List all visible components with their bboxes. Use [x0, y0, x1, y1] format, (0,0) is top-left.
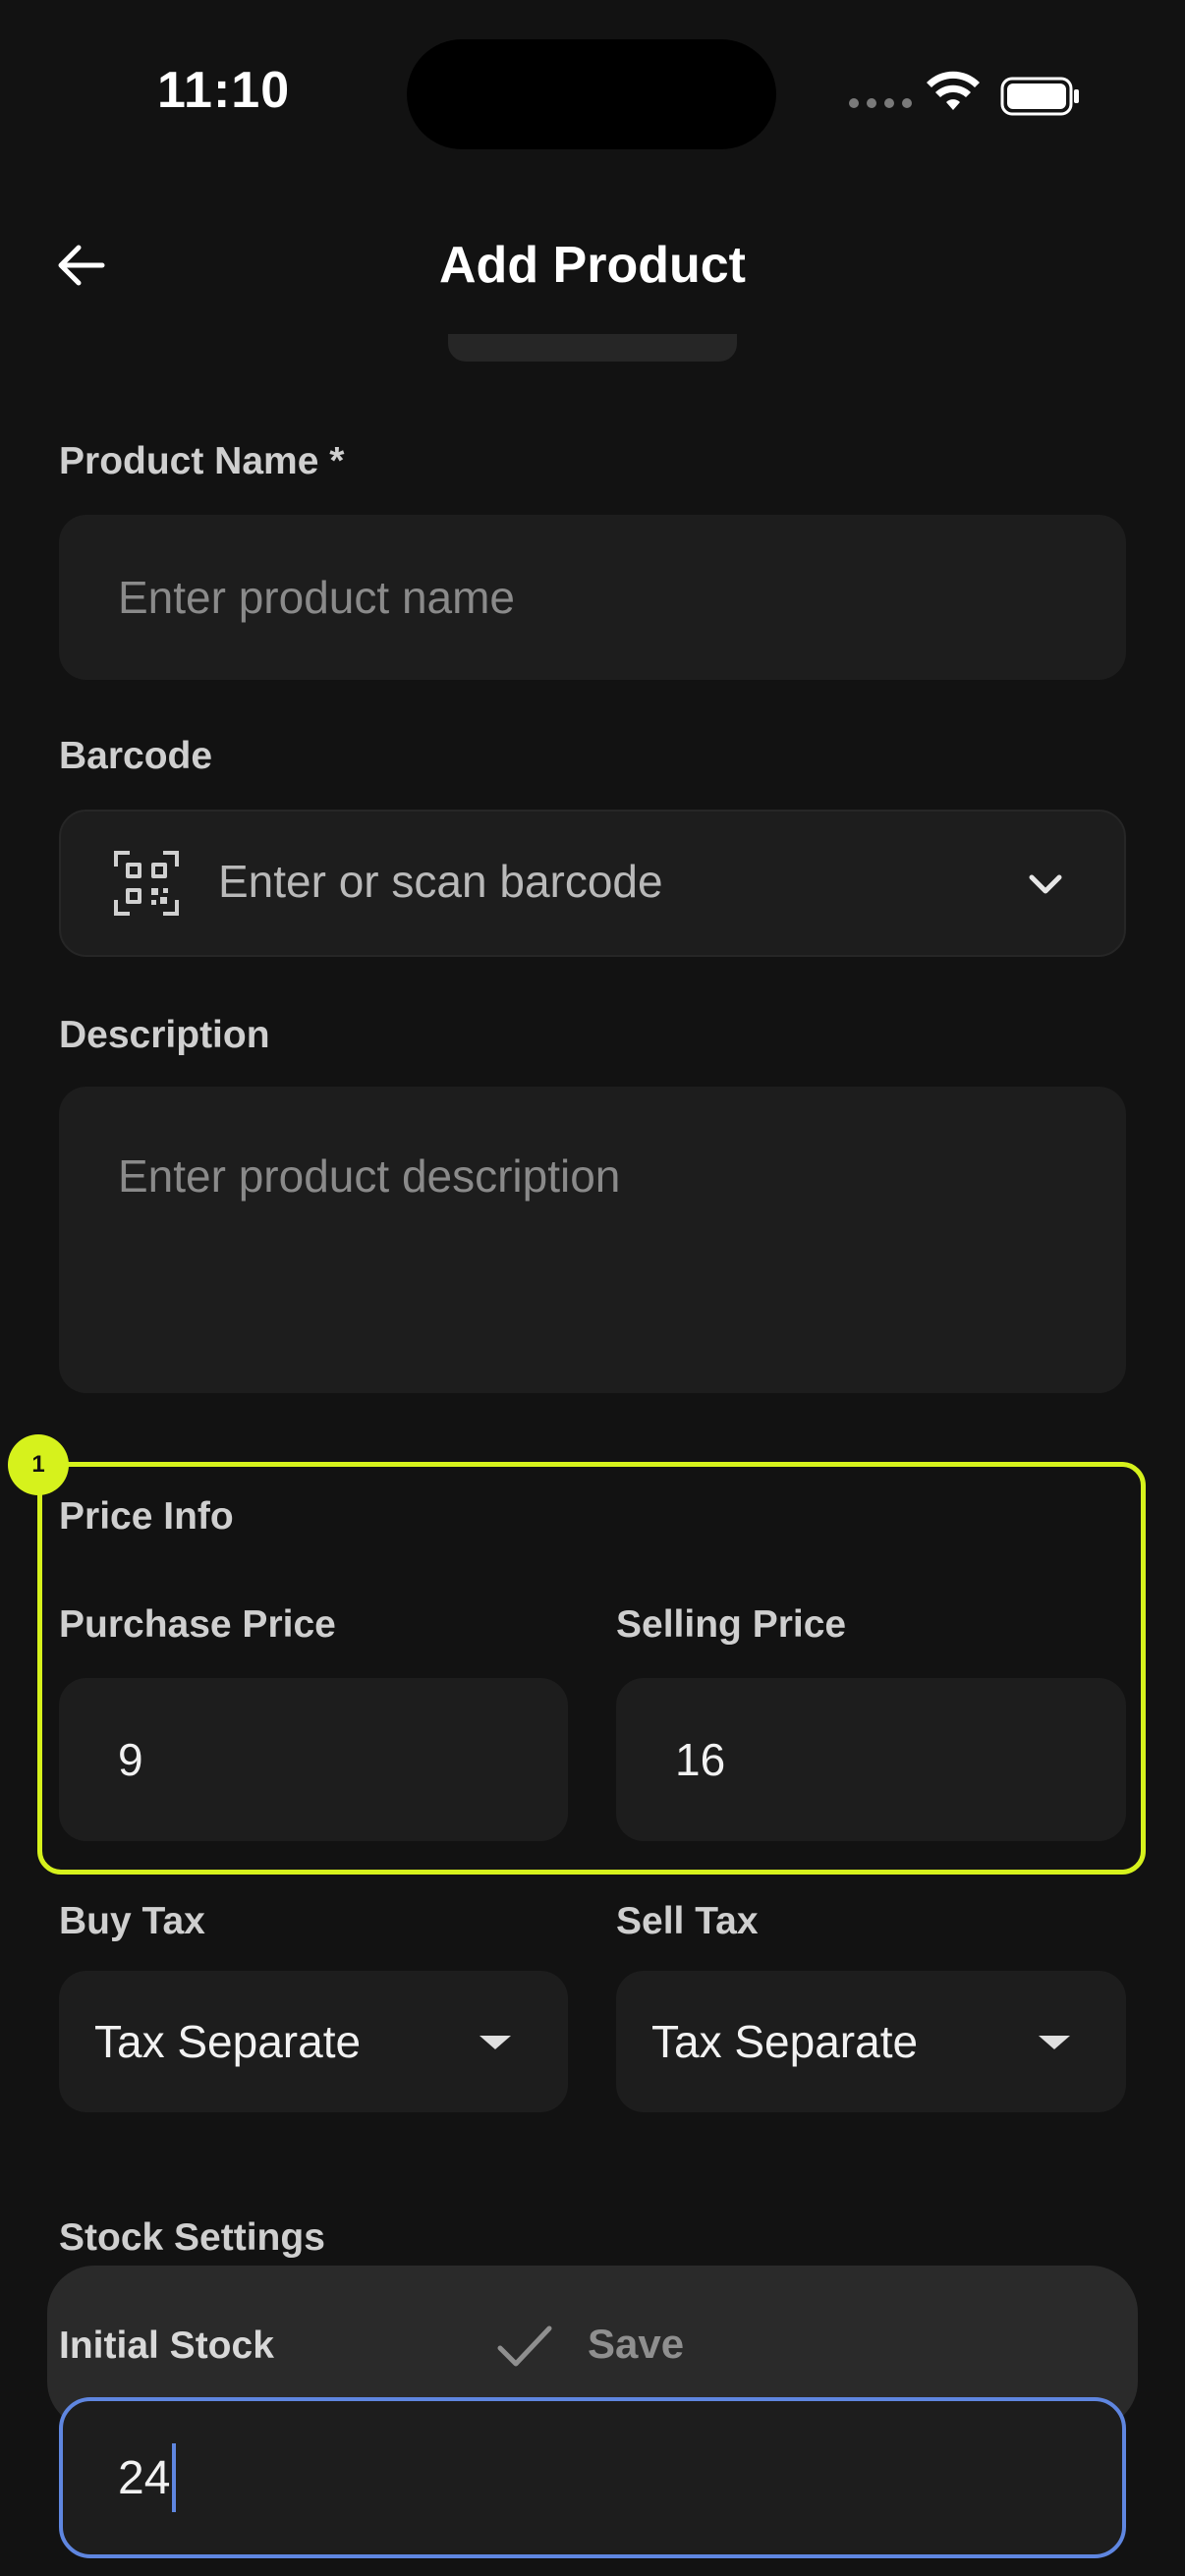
- barcode-placeholder: Enter or scan barcode: [218, 856, 663, 907]
- signal-dots-icon: [849, 98, 912, 108]
- sell-tax-select[interactable]: Tax Separate: [616, 1971, 1126, 2112]
- annotation-marker: 1: [8, 1434, 69, 1495]
- chevron-down-icon[interactable]: [1024, 863, 1067, 906]
- dynamic-island: [407, 39, 776, 149]
- sheet-handle: [448, 334, 737, 362]
- product-name-label: Product Name *: [59, 440, 345, 482]
- barcode-label: Barcode: [59, 735, 213, 777]
- battery-icon: [1000, 77, 1079, 116]
- dropdown-caret-icon: [1039, 2036, 1070, 2049]
- stock-settings-heading: Stock Settings: [59, 2216, 325, 2259]
- text-cursor: [172, 2443, 177, 2512]
- barcode-input[interactable]: Enter or scan barcode: [59, 810, 1126, 957]
- initial-stock-label: Initial Stock: [59, 2324, 274, 2367]
- initial-stock-value: 24: [118, 2451, 171, 2504]
- buy-tax-label: Buy Tax: [59, 1900, 205, 1942]
- sell-tax-value: Tax Separate: [651, 2016, 919, 2067]
- save-button[interactable]: Save: [588, 2321, 684, 2368]
- description-label: Description: [59, 1014, 270, 1056]
- dropdown-caret-icon: [480, 2036, 511, 2049]
- page-title: Add Product: [439, 237, 746, 294]
- initial-stock-input[interactable]: 24: [59, 2397, 1126, 2558]
- highlight-box: [37, 1462, 1146, 1875]
- qr-code-icon[interactable]: [114, 851, 179, 916]
- sell-tax-label: Sell Tax: [616, 1900, 759, 1942]
- buy-tax-select[interactable]: Tax Separate: [59, 1971, 568, 2112]
- product-name-input[interactable]: Enter product name: [59, 515, 1126, 680]
- wifi-icon: [927, 71, 980, 110]
- description-textarea[interactable]: Enter product description: [59, 1087, 1126, 1393]
- buy-tax-value: Tax Separate: [94, 2016, 362, 2067]
- status-time: 11:10: [157, 62, 291, 119]
- check-icon[interactable]: [496, 2323, 553, 2370]
